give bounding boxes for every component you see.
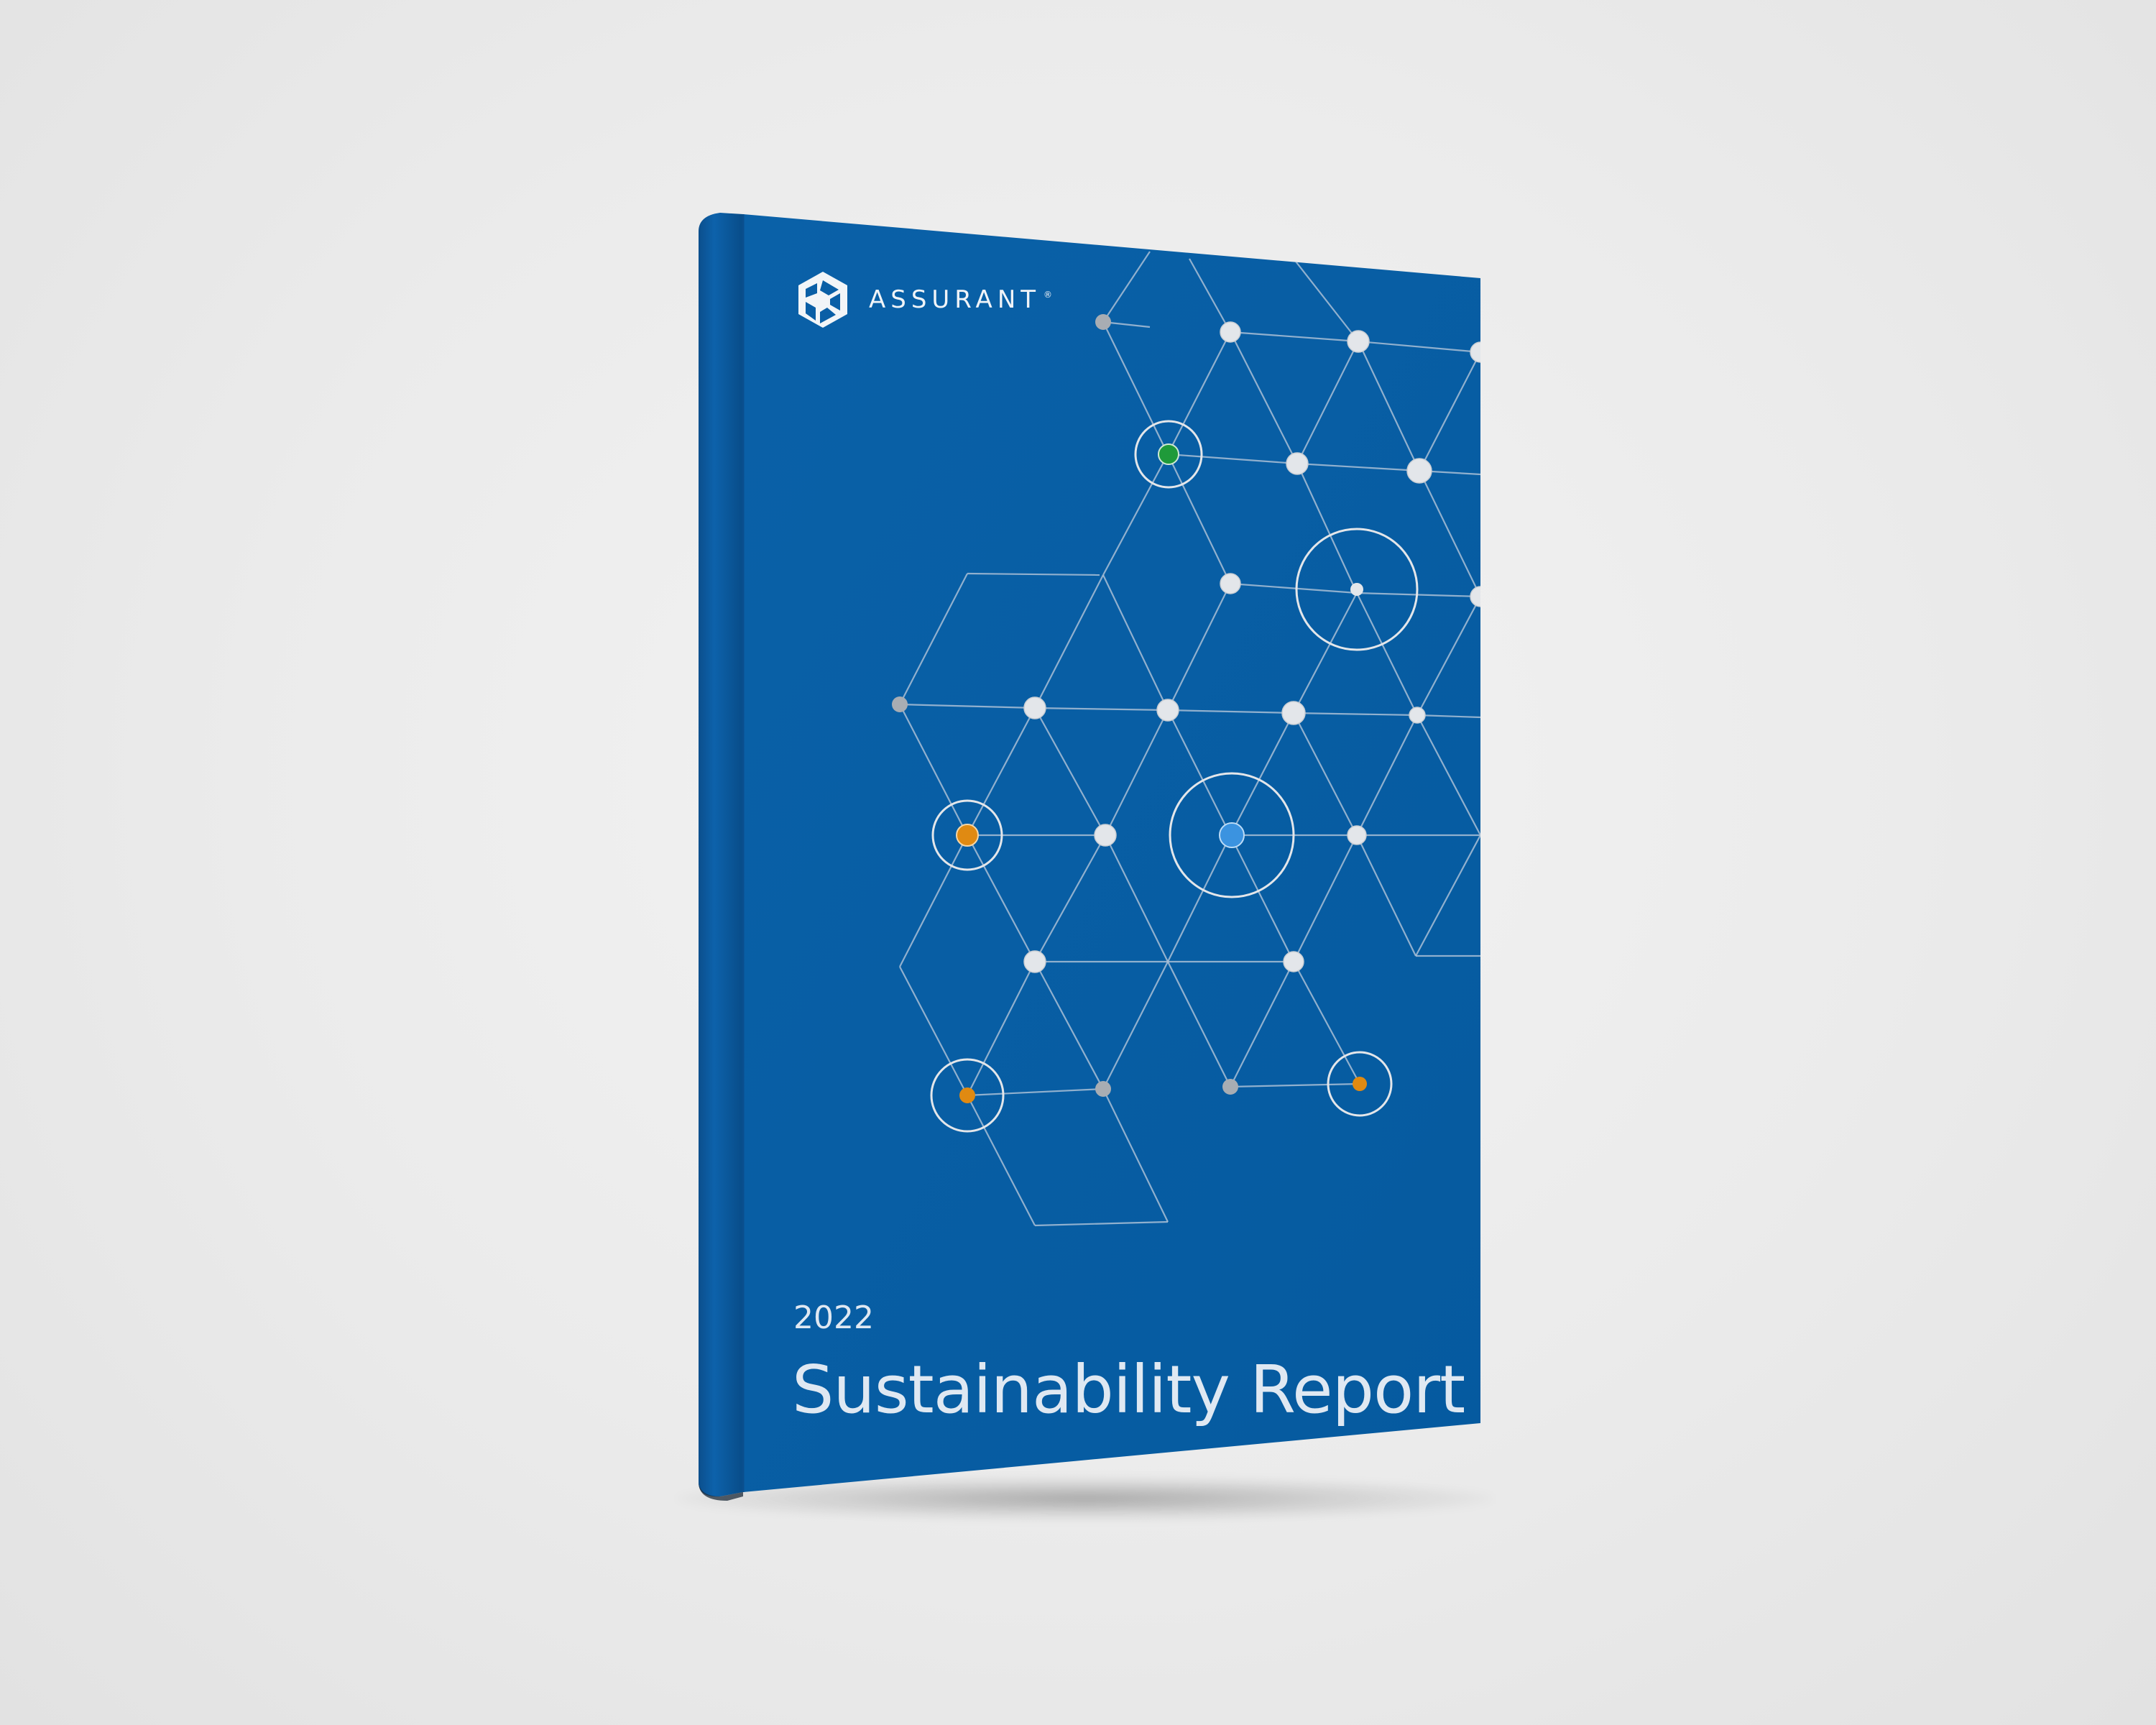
product-scene: ASSURANT ® 2022 Sustainability Report <box>0 0 2156 1725</box>
network-node <box>1283 951 1304 972</box>
registered-mark: ® <box>1044 290 1053 300</box>
report-title: Sustainability Report <box>792 1351 1465 1428</box>
network-node <box>1023 950 1046 973</box>
network-node <box>1220 573 1241 594</box>
network-node <box>1220 321 1241 343</box>
book-spine <box>699 213 743 1497</box>
accent-node-green <box>1158 443 1179 465</box>
network-node-gray <box>1095 1081 1111 1097</box>
network-node <box>1094 824 1117 847</box>
assurant-logo-icon <box>798 272 847 328</box>
brand-lockup: ASSURANT ® <box>794 267 1052 332</box>
network-node <box>1347 825 1367 845</box>
accent-node-orange <box>959 1087 975 1103</box>
accent-node-orange <box>956 824 979 847</box>
network-node <box>1406 458 1432 484</box>
network-node-gray <box>892 696 908 712</box>
network-node-gray <box>1095 314 1111 330</box>
network-node-gray <box>1222 1079 1238 1095</box>
report-year: 2022 <box>793 1300 874 1336</box>
accent-node-blue <box>1219 822 1245 848</box>
network-node <box>1156 699 1179 722</box>
brand-name: ASSURANT <box>869 285 1041 314</box>
accent-node-orange <box>1353 1077 1367 1091</box>
network-node <box>1286 452 1309 475</box>
network-node <box>1281 701 1306 725</box>
network-node <box>1347 330 1370 353</box>
network-node <box>1350 583 1363 596</box>
network-node <box>1409 707 1426 724</box>
network-node <box>1023 696 1046 719</box>
